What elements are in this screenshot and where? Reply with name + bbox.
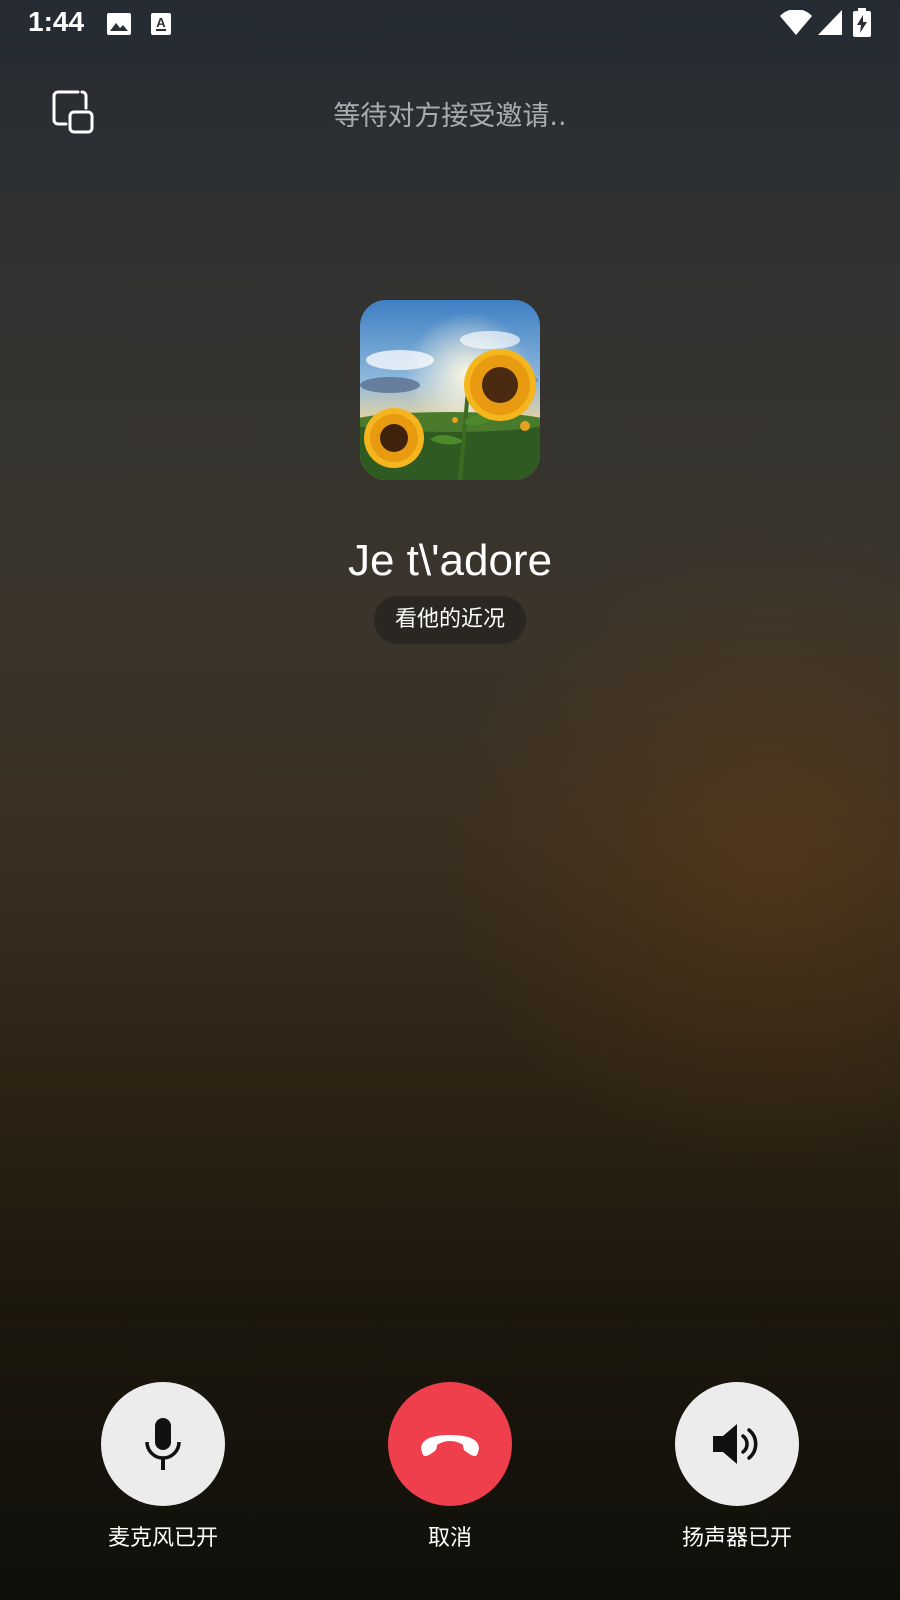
- hang-up-icon: [421, 1435, 479, 1456]
- microphone-icon: [145, 1418, 181, 1470]
- status-time: 1:44: [28, 6, 85, 37]
- mic-toggle-button[interactable]: [101, 1382, 225, 1506]
- sunflower-field-photo: [360, 300, 540, 480]
- wifi-icon: [780, 10, 812, 35]
- speaker-label: 扬声器已开: [681, 1526, 792, 1551]
- contact-name: Je t\'adore: [347, 536, 553, 585]
- svg-text:A: A: [156, 15, 166, 30]
- cancel-label: 取消: [427, 1526, 472, 1551]
- speaker-toggle-button[interactable]: [675, 1382, 799, 1506]
- speaker-icon: [713, 1424, 758, 1464]
- status-bar: 1:44 A: [0, 0, 900, 48]
- small-sunflower: [364, 408, 424, 468]
- big-sunflower: [464, 349, 536, 421]
- battery-charging-icon: [853, 8, 871, 37]
- mic-label: 麦克风已开: [107, 1526, 218, 1551]
- cancel-call-button[interactable]: [388, 1382, 512, 1506]
- signal-icon: [818, 10, 842, 35]
- voice-call-screen: 1:44 A 等待对方接受邀请.. Je t\'adore 看他的近况 麦克风已…: [0, 0, 900, 1600]
- call-status-text: 等待对方接受邀请..: [333, 101, 567, 132]
- view-moments-button[interactable]: 看他的近况: [374, 596, 526, 644]
- text-a-icon: A: [151, 13, 171, 35]
- contact-avatar[interactable]: [360, 300, 540, 480]
- image-icon: [107, 13, 131, 35]
